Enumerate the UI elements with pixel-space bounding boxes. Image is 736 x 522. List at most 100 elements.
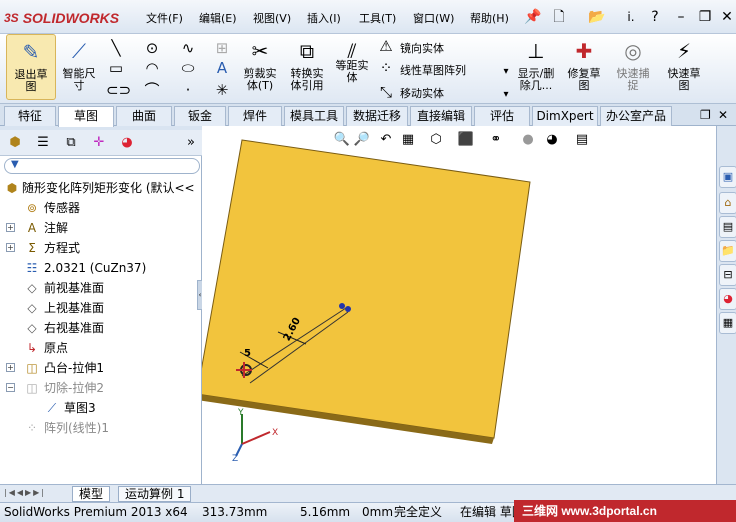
expand-icon[interactable]: + — [6, 243, 15, 252]
close-doc-icon[interactable]: ✕ — [718, 108, 728, 122]
configuration-manager-tab-icon[interactable]: ⧉ — [60, 133, 82, 153]
tab-features[interactable]: 特征 — [4, 106, 56, 126]
tree-item-annotations[interactable]: + A 注解 — [0, 218, 202, 238]
exit-sketch-button[interactable]: ✎ 退出草 图 — [6, 34, 56, 100]
menu-insert[interactable]: 插入(I) — [307, 10, 341, 26]
dimxpert-manager-tab-icon[interactable]: ✛ — [88, 133, 110, 153]
tab-surfaces[interactable]: 曲面 — [116, 106, 172, 126]
smart-dimension-button[interactable]: ⟋ 智能尺 寸 — [58, 34, 100, 100]
tree-item-cut-extrude[interactable]: − ◫ 切除-拉伸2 — [0, 378, 202, 398]
tree-item-front-plane[interactable]: ◇ 前视基准面 — [0, 278, 202, 298]
tree-item-top-plane[interactable]: ◇ 上视基准面 — [0, 298, 202, 318]
quick-snaps-label: 快速捕 捉 — [616, 67, 650, 92]
expand-icon[interactable]: + — [6, 363, 15, 372]
smart-dimension-icon: ⟋ — [72, 39, 86, 63]
feature-manager-tab-icon[interactable]: ⬢ — [4, 133, 26, 153]
rapid-sketch-button[interactable]: ⚡ 快速草 图 — [662, 34, 706, 100]
rectangle-icon[interactable]: ▭ — [106, 58, 126, 78]
grid-icon[interactable]: ⊞ — [212, 38, 232, 58]
tab-mold-tools[interactable]: 模具工具 — [284, 106, 344, 126]
tab-sheet-metal[interactable]: 钣金 — [174, 106, 226, 126]
circle-icon[interactable]: ⊙ — [142, 38, 162, 58]
solidworks-resources-icon[interactable]: ▣ — [719, 166, 736, 188]
tree-item-label: 前视基准面 — [44, 281, 105, 295]
move-entities-label[interactable]: 移动实体 — [400, 85, 444, 101]
point-icon[interactable]: · — [178, 80, 198, 100]
tab-office-products[interactable]: 办公室产品 — [600, 106, 672, 126]
pin-icon[interactable]: 📌 — [522, 6, 544, 28]
tab-weldments[interactable]: 焊件 — [228, 106, 282, 126]
collapse-icon[interactable]: − — [6, 383, 15, 392]
help-icon[interactable]: ? — [644, 6, 666, 28]
display-manager-tab-icon[interactable]: ◕ — [116, 133, 138, 153]
tree-item-sensors[interactable]: ⊚ 传感器 — [0, 198, 202, 218]
offset-entities-button[interactable]: ⫽ 等距实 体 — [332, 34, 372, 100]
ellipse-icon[interactable]: ⬭ — [178, 58, 198, 78]
minimize-icon[interactable]: – — [670, 6, 692, 28]
trim-button[interactable]: ✂ 剪裁实 体(T) — [238, 34, 282, 100]
expand-icon[interactable]: + — [6, 223, 15, 232]
graphics-area[interactable]: 🔍 🔎 ↶ ▦ ⬡ ⬛ ⚭ ● ◕ ▤ 2.60 5 X Y Z — [202, 126, 716, 484]
quick-access-more[interactable]: i. — [620, 6, 642, 28]
new-document-icon[interactable]: 🗋 — [548, 6, 570, 28]
close-icon[interactable]: ✕ — [716, 6, 736, 28]
mirror-icon[interactable]: ⚠ — [376, 36, 396, 56]
linear-pattern-label[interactable]: 线性草图阵列 — [400, 62, 466, 78]
tab-evaluate[interactable]: 评估 — [474, 106, 530, 126]
convert-entities-button[interactable]: ⧉ 转换实 体引用 — [284, 34, 330, 100]
text-icon[interactable]: A — [212, 58, 232, 78]
menu-tools[interactable]: 工具(T) — [359, 10, 396, 26]
exit-sketch-icon: ✎ — [22, 40, 40, 64]
repair-sketch-button[interactable]: ✚ 修复草 图 — [562, 34, 606, 100]
tree-item-equations[interactable]: + Σ 方程式 — [0, 238, 202, 258]
fillet-icon[interactable]: ⌒ — [142, 80, 162, 100]
tree-item-label: 方程式 — [44, 241, 81, 255]
tab-direct-editing[interactable]: 直接编辑 — [410, 106, 472, 126]
scroll-arrows-icon[interactable]: |◀◀▶▶| — [4, 488, 46, 497]
appearances-icon[interactable]: ◕ — [719, 288, 736, 310]
view-palette-icon[interactable]: ⊟ — [719, 264, 736, 286]
centerline-icon[interactable]: ✳ — [212, 80, 232, 100]
arc-icon[interactable]: ◠ — [142, 58, 162, 78]
menu-edit[interactable]: 编辑(E) — [199, 10, 237, 26]
trim-icon: ✂ — [251, 39, 269, 63]
linear-pattern-icon[interactable]: ⁘ — [376, 58, 396, 78]
mirror-entities-label[interactable]: 镜向实体 — [400, 40, 444, 56]
restore-doc-icon[interactable]: ❐ — [700, 108, 711, 122]
custom-properties-icon[interactable]: ▦ — [719, 312, 736, 334]
plane-icon: ◇ — [27, 301, 37, 315]
open-folder-icon[interactable]: 📂 — [586, 6, 608, 28]
line-icon[interactable]: ╲ — [106, 38, 126, 58]
restore-icon[interactable]: ❐ — [694, 6, 716, 28]
chevron-right-icon[interactable]: » — [180, 133, 202, 153]
tree-item-right-plane[interactable]: ◇ 右视基准面 — [0, 318, 202, 338]
menu-view[interactable]: 视图(V) — [253, 10, 291, 26]
menu-help[interactable]: 帮助(H) — [470, 10, 509, 26]
dimension-text[interactable]: 5 — [244, 348, 251, 359]
tree-item-sketch3[interactable]: ⟋ 草图3 — [0, 398, 202, 418]
tree-item-linear-pattern[interactable]: ⁘ 阵列(线性)1 — [0, 418, 202, 438]
menu-window[interactable]: 窗口(W) — [413, 10, 454, 26]
tree-item-material[interactable]: ☷ 2.0321 (CuZn37) — [0, 258, 202, 278]
home-icon[interactable]: ⌂ — [719, 192, 736, 214]
tree-item-label: 原点 — [44, 341, 69, 355]
display-delete-relations-button[interactable]: ⊥ 显示/删 除几... — [512, 34, 560, 100]
quick-snaps-button[interactable]: ◎ 快速捕 捉 — [610, 34, 656, 100]
tab-motion-study[interactable]: 运动算例 1 — [118, 486, 192, 502]
tree-item-label: 2.0321 (CuZn37) — [44, 261, 147, 275]
tab-model[interactable]: 模型 — [72, 486, 111, 502]
tab-sketch[interactable]: 草图 — [58, 106, 114, 127]
design-library-icon[interactable]: ▤ — [719, 216, 736, 238]
tree-item-boss-extrude[interactable]: + ◫ 凸台-拉伸1 — [0, 358, 202, 378]
menu-file[interactable]: 文件(F) — [146, 10, 183, 26]
spline-icon[interactable]: ∿ — [178, 38, 198, 58]
tab-data-migration[interactable]: 数据迁移 — [346, 106, 408, 126]
property-manager-tab-icon[interactable]: ☰ — [32, 133, 54, 153]
move-icon[interactable]: ⤡ — [376, 82, 396, 102]
file-explorer-icon[interactable]: 📁 — [719, 240, 736, 262]
slot-icon[interactable]: ⊂⊃ — [106, 80, 131, 100]
tree-root[interactable]: ⬢ 随形变化阵列矩形变化 (默认<< — [0, 178, 202, 198]
tab-dimxpert[interactable]: DimXpert — [532, 106, 598, 126]
tree-filter-input[interactable]: ▼ — [4, 158, 200, 174]
tree-item-origin[interactable]: ↳ 原点 — [0, 338, 202, 358]
